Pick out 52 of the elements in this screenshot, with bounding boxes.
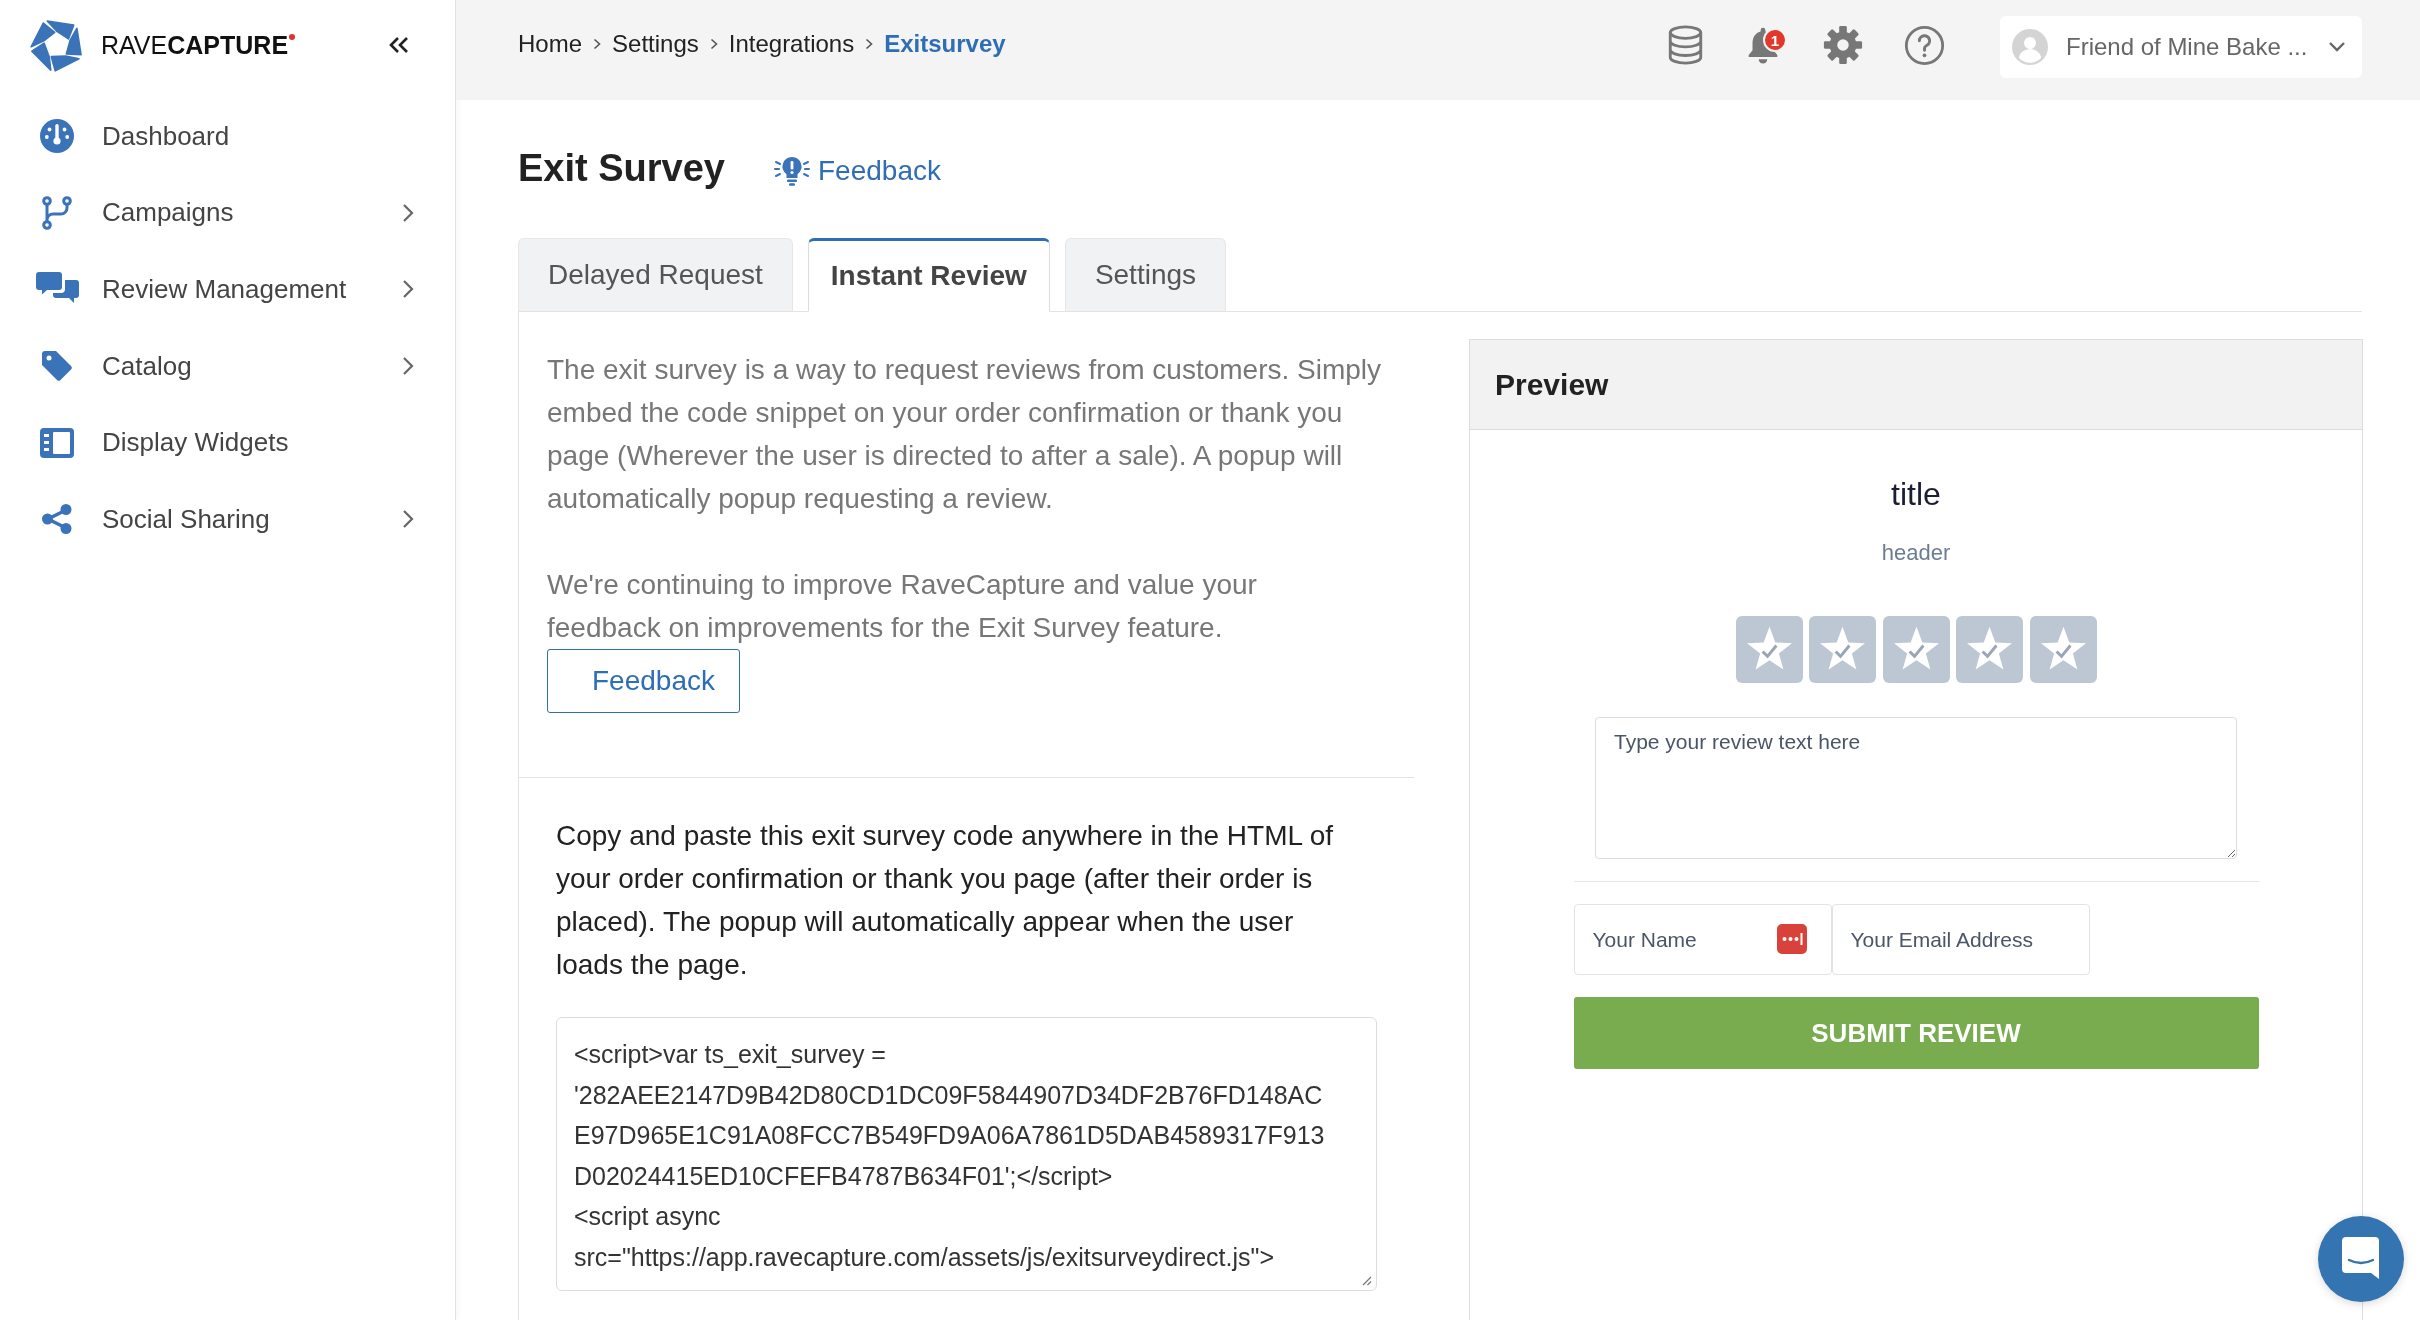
help-icon[interactable] [1904,24,1945,66]
avatar-icon [2012,29,2048,65]
review-field[interactable]: Type your review text here [1595,717,2237,859]
instructions-text: Copy and paste this exit survey code anywhere in the HTML of your order confirmation or thank you page (after their order is placed). The popup will automatically appear when the user loads the page. [556,819,1335,982]
tab[interactable]: Instant Review [807,238,1050,312]
layout-panel-icon [40,427,74,458]
settings-icon[interactable] [1822,24,1864,66]
breadcrumb-link[interactable]: Settings [612,30,699,58]
lightbulb-icon [774,156,810,186]
collapse-icon[interactable] [389,37,409,53]
preview-heading: Preview [1470,340,2362,430]
nav-item[interactable]: Social Sharing [0,480,455,558]
breadcrumb-link[interactable]: Exitsurvey [884,30,1006,58]
notification-badge: 1 [1763,28,1787,52]
logo-text: RAVECAPTURE [101,30,289,60]
chevron-right-icon [402,509,414,530]
share-icon [42,504,72,535]
dots-icon[interactable] [1776,924,1807,954]
preview-subheader: header [1881,539,1951,567]
branch-icon [42,195,72,230]
breadcrumb-link[interactable]: Integrations [728,30,855,58]
tag-icon [42,351,72,382]
chat-icon[interactable] [2318,1216,2404,1302]
gauge-icon [40,119,74,154]
tab[interactable]: Delayed Request [518,238,793,312]
chevron-right-icon [709,38,718,50]
chevron-right-icon [865,38,874,50]
tab[interactable]: Settings [1064,238,1227,312]
page-title: Exit Survey [518,146,725,190]
email-field[interactable]: Your Email Address [1831,904,2090,975]
name-field[interactable]: Your Name [1573,904,1832,975]
nav-item[interactable]: Catalog [0,327,455,405]
nav-item[interactable]: Display Widgets [0,404,455,481]
dot-icon [289,34,296,40]
feedback-button[interactable]: Feedback [547,649,740,713]
account-dropdown[interactable]: Friend of Mine Bake ... [2000,16,2362,78]
description-text: The exit survey is a way to request reviews from customers. Simply embed the code snippet on your order confirmation or thank you page (Wherever the user is directed to after a sale). A popup will automatically popup requesting a review. [547,353,1383,516]
nav-item[interactable]: Dashboard [0,98,455,175]
database-icon[interactable] [1667,25,1704,65]
preview-title: title [1891,475,1941,514]
nav-item[interactable]: Campaigns [0,174,455,252]
feedback-link[interactable]: Feedback [774,155,941,187]
chevron-right-icon [402,202,414,223]
nav-item[interactable]: Review Management [0,251,455,328]
code-field[interactable]: <script>var ts_exit_survey = '282AEE2147D9B42D80CD1DC09F5844907D34DF2B76FD148AC E97D965E1C91A08FCC7B549FD9A06A7861D5DAB4589317F913 D02024415ED10CFEFB4787B634F01';</script> <script async src="https://app.ravecapture.com/assets/js/exitsurveydirect.js"> [556,1017,1377,1291]
description-text: We're continuing to improve RaveCapture and value your feedback on improvements for the Exit Survey feature. [547,568,1258,645]
chevron-down-icon [2328,41,2346,53]
chevron-right-icon [402,279,414,300]
breadcrumb-link[interactable]: Home [518,30,583,58]
pinwheel-logo-icon [30,18,84,72]
chevron-right-icon [402,356,414,377]
chevron-right-icon [593,38,602,50]
